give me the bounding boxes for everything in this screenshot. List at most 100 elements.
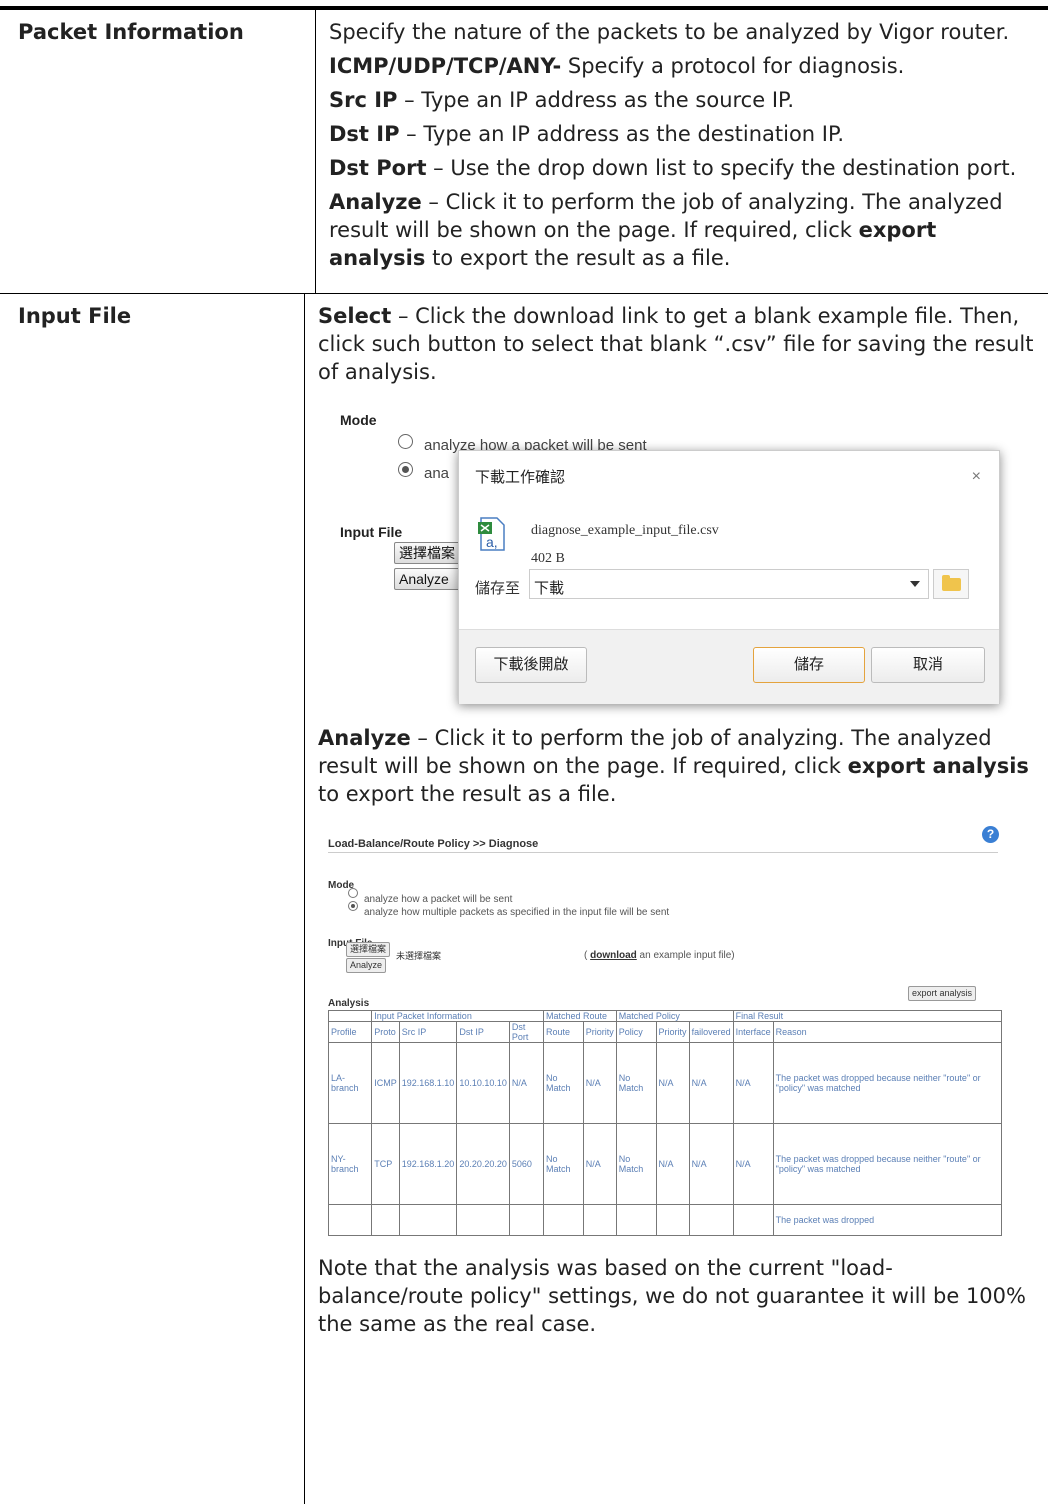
table-cell [732,1204,774,1236]
row-label: Input File [0,294,305,1504]
paragraph: Dst IP – Type an IP address as the desti… [329,120,1038,148]
paragraph: Specify the nature of the packets to be … [329,18,1038,46]
text: – Type an IP address as the source IP. [397,88,795,112]
table-cell: 192.168.1.10 [398,1042,458,1124]
text: Specify a protocol for diagnosis. [561,54,905,78]
term: Analyze [329,190,422,214]
divider [328,852,998,853]
text: – Type an IP address as the destination … [399,122,845,146]
column-header: Priority [582,1021,617,1043]
no-file-text: 未選擇檔案 [396,951,442,961]
text: Note that the analysis was based on the … [318,1256,1026,1336]
radio-label: ana [424,465,450,482]
page-title: Load-Balance/Route Policy >> Diagnose [328,838,539,850]
browse-folder-button[interactable] [933,569,969,599]
text: – Click the download link to get a blank… [318,304,1034,384]
folder-icon [942,575,961,591]
text: an example input file) [636,950,735,961]
paragraph: ICMP/UDP/TCP/ANY- Specify a protocol for… [329,52,1038,80]
table-cell [582,1204,617,1236]
column-header: Proto [371,1021,400,1043]
close-icon[interactable]: × [972,463,981,491]
table-cell [371,1204,400,1236]
export-analysis-button[interactable]: export analysis [908,986,977,1001]
analyze-button[interactable]: Analyze [346,958,387,973]
paragraph: Dst Port – Use the drop down list to spe… [329,154,1038,182]
text: to export the result as a file. [425,246,731,270]
table-cell: ICMP [371,1042,400,1124]
file-name: diagnose_example_input_file.csv [531,523,719,538]
note-paragraph: Note that the analysis was based on the … [318,1254,1038,1338]
table-cell [543,1204,584,1236]
table-header-row: Profile Proto Src IP Dst IP Dst Port Rou… [327,1021,1003,1043]
table-cell: N/A [582,1123,617,1205]
definition-table: Packet Information Specify the nature of… [0,6,1048,1504]
text: – Use the drop down list to specify the … [426,156,1017,180]
download-dialog: 下載工作確認 × a, diagnose_example_input_file.… [458,450,1000,704]
table-cell: N/A [688,1123,734,1205]
save-to-select[interactable]: 下載 [529,569,929,599]
group-cell: Input Packet Information [371,1010,545,1022]
table-cell: N/A [508,1042,545,1124]
table-cell: N/A [688,1042,734,1124]
radio-single-packet[interactable] [348,888,358,898]
radio-single-packet[interactable] [398,434,413,449]
table-cell: 192.168.1.20 [398,1123,458,1205]
column-header: Src IP [398,1021,458,1043]
table-cell: N/A [582,1042,617,1124]
save-to-label: 儲存至 [475,580,521,597]
svg-text:a,: a, [486,534,498,550]
open-after-download-button[interactable]: 下載後開啟 [475,647,587,683]
table-cell: 20.20.20.20 [456,1123,510,1205]
row-description: Specify the nature of the packets to be … [316,10,1048,293]
text: Specify the nature of the packets to be … [329,20,1010,44]
term: Src IP [329,88,398,112]
table-cell: No Match [615,1123,657,1205]
input-file-row: Input File Select – Click the download l… [0,294,1048,1504]
column-header: Profile [327,1021,373,1043]
csv-file-icon: a, [477,517,505,551]
table-cell [456,1204,510,1236]
term: Select [318,304,392,328]
column-header: Dst IP [456,1021,510,1043]
row-description: Select – Click the download link to get … [305,294,1048,1504]
save-button[interactable]: 儲存 [753,647,865,683]
term: Analyze [318,726,411,750]
table-cell [398,1204,458,1236]
dialog-title: 下載工作確認 [475,469,566,486]
cancel-button[interactable]: 取消 [871,647,985,683]
choose-file-button[interactable]: 選擇檔案 [394,542,464,564]
table-cell: LA-branch [327,1042,373,1124]
diagnose-page-figure: Load-Balance/Route Policy >> Diagnose ? … [318,814,1038,1244]
column-header: Priority [655,1021,690,1043]
analyze-button[interactable]: Analyze [394,568,464,590]
radio-multiple-packets[interactable] [398,462,413,477]
row-label: Packet Information [0,10,316,293]
table-row: NY-branch TCP 192.168.1.20 20.20.20.20 5… [327,1123,1003,1205]
radio-multiple-packets[interactable] [348,901,358,911]
help-icon[interactable]: ? [982,826,999,843]
group-cell [327,1010,373,1022]
table-group-row: Input Packet Information Matched Route M… [327,1010,1003,1022]
dialog-footer: 下載後開啟 儲存 取消 [459,629,999,704]
group-cell: Matched Policy [615,1010,734,1022]
table-cell: No Match [543,1123,584,1205]
analysis-table: Input Packet Information Matched Route M… [327,1010,1003,1236]
column-header: Dst Port [508,1021,545,1043]
table-cell: N/A [655,1123,690,1205]
column-header: Policy [615,1021,657,1043]
table-row: The packet was dropped [327,1204,1003,1236]
table-cell: The packet was dropped because neither "… [772,1042,1003,1124]
table-cell: NY-branch [327,1123,373,1205]
table-cell: N/A [732,1042,774,1124]
table-cell [327,1204,373,1236]
download-link[interactable]: download [590,950,637,961]
term: Dst IP [329,122,400,146]
group-cell: Final Result [732,1010,1003,1022]
term: ICMP/UDP/TCP/ANY- [329,54,562,78]
table-row: LA-branch ICMP 192.168.1.10 10.10.10.10 … [327,1042,1003,1124]
column-header: Interface [732,1021,774,1043]
download-hint: ( download an example input file) [584,942,735,970]
choose-file-button[interactable]: 選擇檔案 [346,942,391,957]
column-header: Route [543,1021,584,1043]
